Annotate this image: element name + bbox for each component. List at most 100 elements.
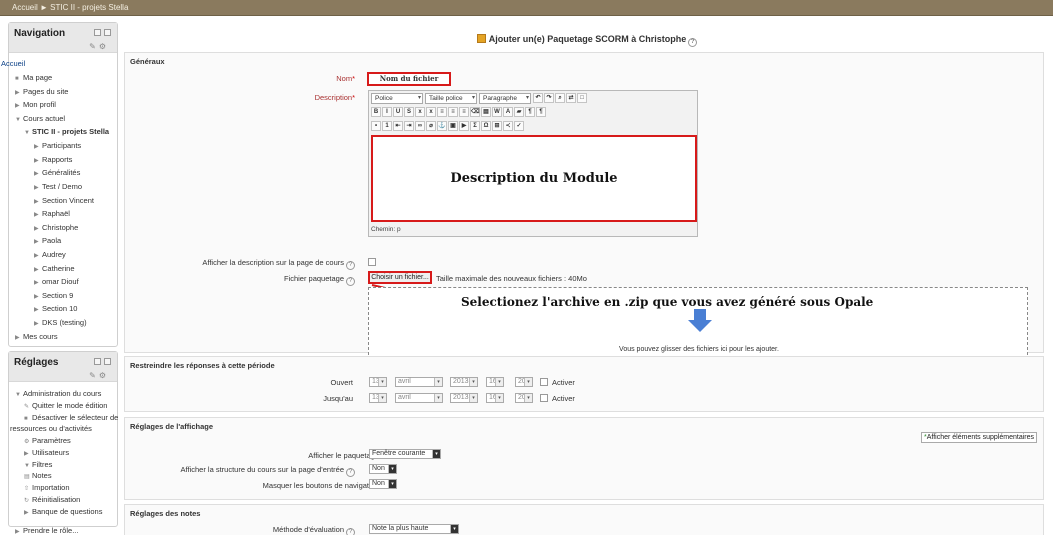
reglages-item-banque-questions[interactable]: ▶ Banque de questions [24, 507, 102, 516]
image-icon[interactable]: ▣ [448, 121, 458, 131]
open-year-select[interactable]: 2013 ▾ [450, 377, 478, 387]
breadcrumb[interactable]: Accueil ► STIC II - projets Stella [12, 3, 128, 12]
nav-item-section-9[interactable]: ▶ Section 9 [34, 291, 73, 300]
spellcheck-icon[interactable]: ✓ [514, 121, 524, 131]
open-enable-checkbox[interactable] [540, 378, 548, 386]
show-package-select[interactable]: Fenêtre courante ▾ [369, 449, 441, 459]
nav-item-pages-site[interactable]: ▶ Pages du site [15, 87, 68, 96]
text-color-icon[interactable]: A [503, 107, 513, 117]
nav-item-dks-testing[interactable]: ▶ DKS (testing) [34, 318, 87, 327]
until-enable-checkbox[interactable] [540, 394, 548, 402]
format-select[interactable]: Paragraphe [479, 93, 531, 104]
align-left-icon[interactable]: ≡ [437, 107, 447, 117]
name-input[interactable]: Nom du fichier [367, 72, 451, 86]
find-icon[interactable]: ⌕ [555, 93, 565, 103]
nav-item-section-10[interactable]: ▶ Section 10 [34, 304, 77, 313]
file-dropzone[interactable]: Selectionez l'archive en .zip que vous a… [368, 287, 1028, 365]
collapse-icon[interactable] [94, 358, 101, 365]
nav-item-generalites[interactable]: ▶ Généralités [34, 168, 80, 177]
help-icon[interactable]: ? [346, 528, 355, 535]
nav-item-catherine[interactable]: ▶ Catherine [34, 264, 75, 273]
nav-item-christophe[interactable]: ▶ Christophe [34, 223, 78, 232]
help-icon[interactable]: ? [688, 38, 698, 47]
dock-icon[interactable] [104, 29, 111, 36]
open-day-select[interactable]: 13 ▾ [369, 377, 387, 387]
font-select[interactable]: Police [371, 93, 423, 104]
collapse-icon[interactable] [94, 29, 101, 36]
nav-item-paola[interactable]: ▶ Paola [34, 236, 61, 245]
paste-text-icon[interactable]: ▤ [481, 107, 491, 117]
until-minute-select[interactable]: 20 ▾ [515, 393, 533, 403]
nav-item-accueil[interactable]: Accueil [1, 59, 25, 68]
reglages-item-importation[interactable]: ⇧ Importation [24, 483, 70, 492]
subscript-icon[interactable]: x [415, 107, 425, 117]
open-minute-select[interactable]: 20 ▾ [515, 377, 533, 387]
until-month-select[interactable]: avril ▾ [395, 393, 443, 403]
open-hour-select[interactable]: 16 ▾ [486, 377, 504, 387]
numbered-list-icon[interactable]: 1 [382, 121, 392, 131]
font-size-select[interactable]: Taille police [425, 93, 477, 104]
show-more-link[interactable]: *Afficher éléments supplémentaires [921, 432, 1037, 443]
reglages-item-admin[interactable]: ▼ Administration du cours [15, 389, 101, 398]
description-textarea[interactable]: Description du Module [371, 135, 697, 222]
table-icon[interactable]: ⊞ [492, 121, 502, 131]
help-icon[interactable]: ? [346, 468, 355, 477]
indent-icon[interactable]: ⇥ [404, 121, 414, 131]
reglages-item-quit-edit[interactable]: ✎ Quitter le mode édition [24, 401, 107, 410]
nav-item-test-demo[interactable]: ▶ Test / Demo [34, 182, 82, 191]
reglages-item-filtres[interactable]: ▼ Filtres [24, 460, 52, 469]
reglages-item-disable-selector[interactable]: ■ Désactiver le sélecteur de [24, 413, 118, 422]
nav-item-cours-actuel[interactable]: ▼ Cours actuel [15, 114, 65, 123]
nav-item-omar-diouf[interactable]: ▶ omar Diouf [34, 277, 79, 286]
reglages-item-parametres[interactable]: ⚙ Paramètres [24, 436, 71, 445]
nav-item-raphael[interactable]: ▶ Raphaël [34, 209, 70, 218]
unlink-icon[interactable]: ⌀ [426, 121, 436, 131]
outdent-icon[interactable]: ⇤ [393, 121, 403, 131]
paste-word-icon[interactable]: W [492, 107, 502, 117]
clean-format-icon[interactable]: ⌫ [470, 107, 480, 117]
nav-item-mes-cours[interactable]: ▶ Mes cours [15, 332, 58, 341]
background-color-icon[interactable]: ▰ [514, 107, 524, 117]
block-settings-icons[interactable]: ✎⚙ [89, 42, 109, 51]
hide-nav-select[interactable]: Non ▾ [369, 479, 397, 489]
reglages-item-disable-selector-2[interactable]: ressources ou d'activités [10, 424, 92, 433]
reglages-item-prendre-role[interactable]: ▶ Prendre le rôle... [15, 526, 78, 535]
block-settings-icons[interactable]: ✎⚙ [89, 371, 109, 380]
align-right-icon[interactable]: ≡ [459, 107, 469, 117]
nav-item-rapports[interactable]: ▶ Rapports [34, 155, 72, 164]
nav-item-profil[interactable]: ▶ Mon profil [15, 100, 56, 109]
align-center-icon[interactable]: ≡ [448, 107, 458, 117]
media-icon[interactable]: ▶ [459, 121, 469, 131]
strikethrough-icon[interactable]: S [404, 107, 414, 117]
italic-icon[interactable]: I [382, 107, 392, 117]
edit-html-icon[interactable]: ≺ [503, 121, 513, 131]
redo-icon[interactable]: ↷ [544, 93, 554, 103]
equation-icon[interactable]: Σ [470, 121, 480, 131]
special-char-icon[interactable]: Ω [481, 121, 491, 131]
open-month-select[interactable]: avril ▾ [395, 377, 443, 387]
bullet-list-icon[interactable]: • [371, 121, 381, 131]
reglages-item-utilisateurs[interactable]: ▶ Utilisateurs [24, 448, 69, 457]
superscript-icon[interactable]: x [426, 107, 436, 117]
nav-item-ma-page[interactable]: ■ Ma page [15, 73, 52, 82]
help-icon[interactable]: ? [346, 277, 355, 286]
underline-icon[interactable]: U [393, 107, 403, 117]
replace-icon[interactable]: ⇄ [566, 93, 576, 103]
anchor-icon[interactable]: ⚓ [437, 121, 447, 131]
dock-icon[interactable] [104, 358, 111, 365]
until-year-select[interactable]: 2013 ▾ [450, 393, 478, 403]
bold-icon[interactable]: B [371, 107, 381, 117]
reglages-item-notes[interactable]: ▤ Notes [24, 471, 52, 480]
undo-icon[interactable]: ↶ [533, 93, 543, 103]
until-hour-select[interactable]: 16 ▾ [486, 393, 504, 403]
nav-item-audrey[interactable]: ▶ Audrey [34, 250, 66, 259]
ltr-icon[interactable]: ¶ [525, 107, 535, 117]
nav-item-section-vincent[interactable]: ▶ Section Vincent [34, 196, 94, 205]
show-description-checkbox[interactable] [368, 258, 376, 266]
fullscreen-icon[interactable]: □ [577, 93, 587, 103]
show-structure-select[interactable]: Non ▾ [369, 464, 397, 474]
grading-method-select[interactable]: Note la plus haute ▾ [369, 524, 459, 534]
link-icon[interactable]: ∞ [415, 121, 425, 131]
rtl-icon[interactable]: ¶ [536, 107, 546, 117]
nav-item-participants[interactable]: ▶ Participants [34, 141, 81, 150]
